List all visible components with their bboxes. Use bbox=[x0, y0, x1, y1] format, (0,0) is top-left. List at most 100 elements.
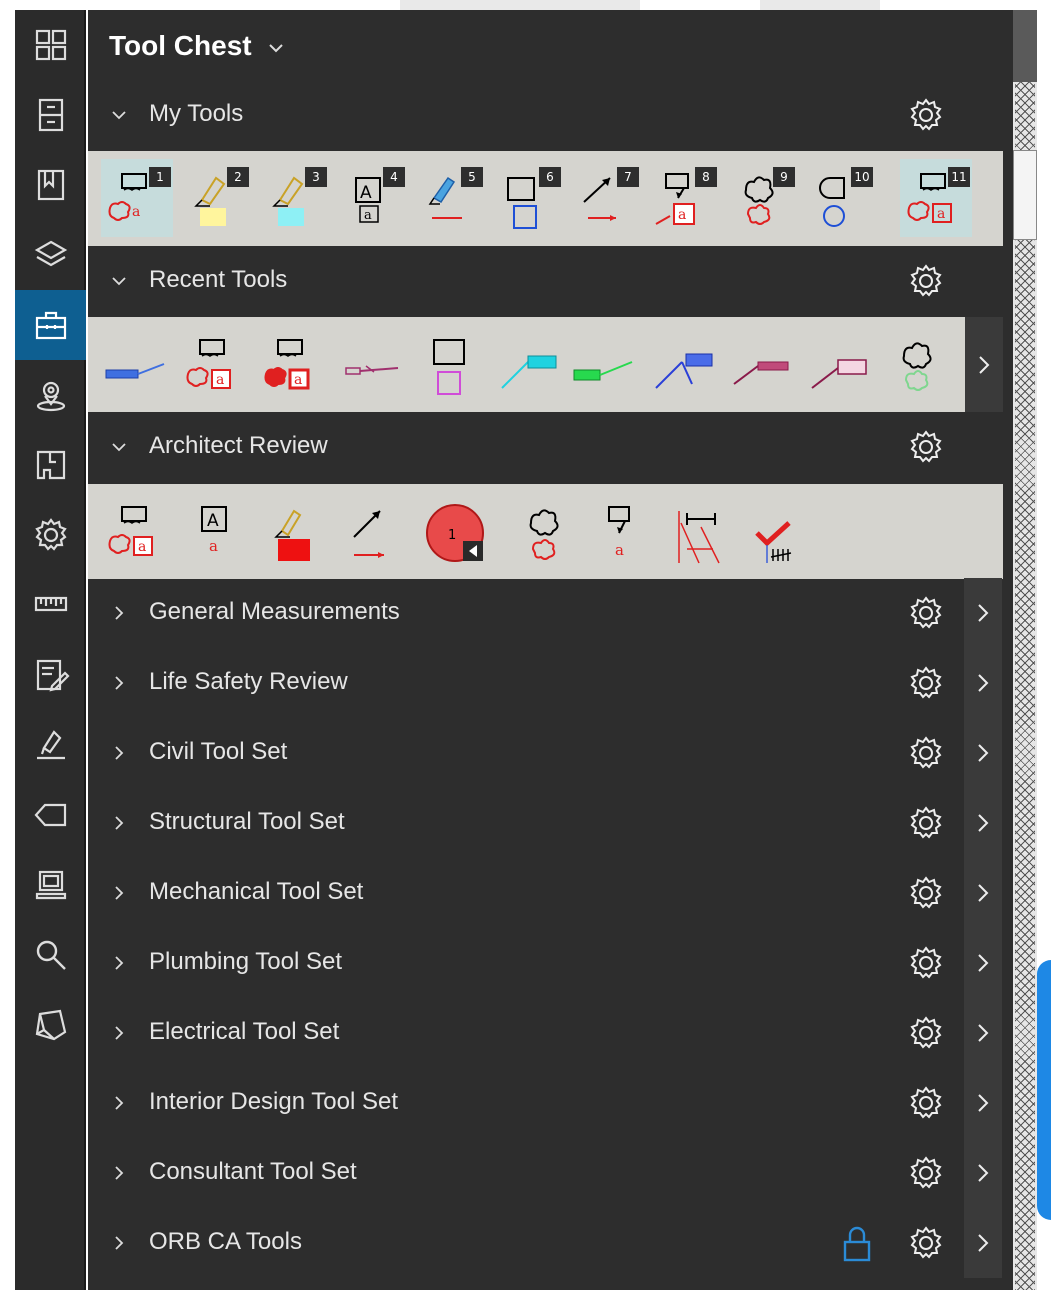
architect-text-box[interactable]: Aa bbox=[179, 492, 251, 570]
callout-tool[interactable]: a 8 bbox=[647, 159, 719, 237]
recent-tool-cyan-callout[interactable] bbox=[491, 325, 563, 403]
chevron-right-icon[interactable] bbox=[110, 884, 128, 902]
highlight-cyan-tool[interactable]: 3 bbox=[257, 159, 329, 237]
tool-chest-icon[interactable] bbox=[15, 290, 86, 360]
measurements-icon[interactable] bbox=[15, 570, 86, 640]
signatures-icon[interactable] bbox=[15, 710, 86, 780]
section-interior-design-tool-set[interactable]: Interior Design Tool Set bbox=[88, 1068, 1013, 1138]
gear-icon[interactable] bbox=[907, 594, 945, 632]
3d-icon[interactable] bbox=[15, 990, 86, 1060]
spaces-icon[interactable] bbox=[15, 430, 86, 500]
gear-icon[interactable] bbox=[907, 1224, 945, 1262]
chevron-right-icon[interactable] bbox=[110, 744, 128, 762]
architect-dimension[interactable] bbox=[664, 492, 736, 570]
recent-tool-green-callout[interactable] bbox=[569, 325, 641, 403]
expand-arrow[interactable] bbox=[964, 928, 1002, 998]
recent-tool-green-cloud[interactable] bbox=[881, 325, 953, 403]
chevron-right-icon[interactable] bbox=[110, 604, 128, 622]
recent-tool-callout-cloud[interactable]: a bbox=[179, 325, 251, 403]
arrow-tool[interactable]: 7 bbox=[569, 159, 641, 237]
text-box-tool[interactable]: Aa 4 bbox=[335, 159, 407, 237]
highlight-yellow-tool[interactable]: 2 bbox=[179, 159, 251, 237]
gear-icon[interactable] bbox=[907, 1084, 945, 1122]
properties-icon[interactable] bbox=[15, 500, 86, 570]
gear-icon[interactable] bbox=[907, 944, 945, 982]
callout-cloud-tool[interactable]: a 1 bbox=[101, 159, 173, 237]
chevron-right-icon[interactable] bbox=[110, 1164, 128, 1182]
recent-tool-blue-callout-line[interactable] bbox=[101, 325, 173, 403]
gear-icon[interactable] bbox=[907, 874, 945, 912]
section-orb-ca-tools[interactable]: ORB CA Tools bbox=[88, 1208, 1013, 1278]
callout-cloud-tool-2[interactable]: a 11 bbox=[900, 159, 972, 237]
section-electrical-tool-set[interactable]: Electrical Tool Set bbox=[88, 998, 1013, 1068]
expand-arrow[interactable] bbox=[964, 998, 1002, 1068]
recent-tool-callout-cloud-filled[interactable]: a bbox=[257, 325, 329, 403]
recent-tools-scroll-right[interactable] bbox=[965, 317, 1003, 412]
architect-count-tool[interactable]: 1 bbox=[418, 492, 490, 570]
places-icon[interactable] bbox=[15, 360, 86, 430]
chevron-right-icon[interactable] bbox=[110, 954, 128, 972]
cloud-tool[interactable]: 9 bbox=[725, 159, 797, 237]
rectangle-tool[interactable]: 6 bbox=[491, 159, 563, 237]
gear-icon[interactable] bbox=[907, 96, 945, 134]
expand-arrow[interactable] bbox=[964, 718, 1002, 788]
gear-icon[interactable] bbox=[907, 262, 945, 300]
architect-check-tally[interactable] bbox=[742, 492, 814, 570]
chevron-down-icon[interactable] bbox=[110, 106, 128, 124]
recent-tool-blue-callout[interactable] bbox=[647, 325, 719, 403]
scrollbar-top[interactable] bbox=[1013, 10, 1037, 82]
section-recent-tools[interactable]: Recent Tools bbox=[88, 246, 1013, 316]
gear-icon[interactable] bbox=[907, 664, 945, 702]
recent-tool-purple-line[interactable] bbox=[335, 325, 407, 403]
gear-icon[interactable] bbox=[907, 1014, 945, 1052]
section-general-measurements[interactable]: General Measurements bbox=[88, 578, 1013, 648]
architect-callout-cloud[interactable]: a bbox=[101, 492, 173, 570]
file-cabinet-icon[interactable] bbox=[15, 80, 86, 150]
section-structural-tool-set[interactable]: Structural Tool Set bbox=[88, 788, 1013, 858]
section-plumbing-tool-set[interactable]: Plumbing Tool Set bbox=[88, 928, 1013, 998]
section-consultant-tool-set[interactable]: Consultant Tool Set bbox=[88, 1138, 1013, 1208]
architect-callout[interactable]: a bbox=[586, 492, 658, 570]
blue-highlighter-line-tool[interactable]: 5 bbox=[413, 159, 485, 237]
layers-icon[interactable] bbox=[15, 220, 86, 290]
chevron-right-icon[interactable] bbox=[110, 814, 128, 832]
markups-list-icon[interactable] bbox=[15, 640, 86, 710]
chevron-right-icon[interactable] bbox=[110, 674, 128, 692]
expand-arrow[interactable] bbox=[964, 788, 1002, 858]
search-icon[interactable] bbox=[15, 920, 86, 990]
gear-icon[interactable] bbox=[907, 1154, 945, 1192]
expand-arrow[interactable] bbox=[964, 1068, 1002, 1138]
recent-tool-maroon-line[interactable] bbox=[725, 325, 797, 403]
expand-arrow[interactable] bbox=[964, 858, 1002, 928]
section-architect-review[interactable]: Architect Review bbox=[88, 412, 1013, 482]
gear-icon[interactable] bbox=[907, 804, 945, 842]
tags-icon[interactable] bbox=[15, 780, 86, 850]
expand-arrow[interactable] bbox=[964, 1138, 1002, 1208]
gear-icon[interactable] bbox=[907, 734, 945, 772]
chevron-down-icon[interactable] bbox=[110, 272, 128, 290]
expand-arrow[interactable] bbox=[964, 1208, 1002, 1278]
chevron-down-icon[interactable] bbox=[110, 438, 128, 456]
studio-icon[interactable] bbox=[15, 850, 86, 920]
section-mechanical-tool-set[interactable]: Mechanical Tool Set bbox=[88, 858, 1013, 928]
section-civil-tool-set[interactable]: Civil Tool Set bbox=[88, 718, 1013, 788]
recent-tool-rectangle-magenta[interactable] bbox=[413, 325, 485, 403]
scroll-thumb[interactable] bbox=[1013, 150, 1037, 240]
chevron-down-icon[interactable] bbox=[266, 38, 286, 58]
expand-arrow[interactable] bbox=[964, 648, 1002, 718]
thumbnails-icon[interactable] bbox=[15, 10, 86, 80]
recent-tool-maroon-callout[interactable] bbox=[803, 325, 875, 403]
ellipse-tool[interactable]: 10 bbox=[803, 159, 875, 237]
chevron-right-icon[interactable] bbox=[110, 1024, 128, 1042]
architect-cloud[interactable] bbox=[508, 492, 580, 570]
chevron-right-icon[interactable] bbox=[110, 1234, 128, 1252]
architect-highlight-red[interactable] bbox=[257, 492, 329, 570]
section-life-safety-review[interactable]: Life Safety Review bbox=[88, 648, 1013, 718]
gear-icon[interactable] bbox=[907, 428, 945, 466]
expand-arrow[interactable] bbox=[964, 578, 1002, 648]
chevron-right-icon[interactable] bbox=[110, 1094, 128, 1112]
panel-title[interactable]: Tool Chest bbox=[109, 30, 252, 62]
bookmarks-icon[interactable] bbox=[15, 150, 86, 220]
architect-arrow[interactable] bbox=[335, 492, 407, 570]
section-my-tools[interactable]: My Tools bbox=[88, 80, 1013, 150]
